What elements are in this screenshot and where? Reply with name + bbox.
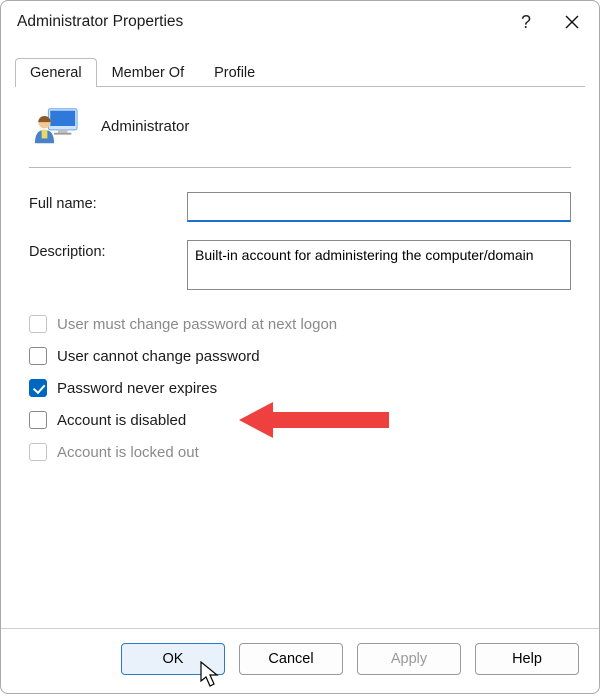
tab-strip: General Member Of Profile [1, 43, 599, 87]
close-icon [565, 15, 579, 29]
dialog-administrator-properties: Administrator Properties ? General Membe… [0, 0, 600, 694]
check-label: Account is locked out [57, 444, 199, 461]
check-account-locked-out: Account is locked out [29, 436, 571, 468]
description-input[interactable] [187, 240, 571, 290]
checkbox-icon [29, 379, 47, 397]
check-label: User must change password at next logon [57, 316, 337, 333]
user-name: Administrator [101, 118, 189, 135]
separator [29, 167, 571, 168]
check-cannot-change-password[interactable]: User cannot change password [29, 340, 571, 372]
checkbox-icon [29, 347, 47, 365]
check-account-disabled[interactable]: Account is disabled [29, 404, 571, 436]
tab-member-of[interactable]: Member Of [97, 58, 200, 87]
title-bar: Administrator Properties ? [1, 1, 599, 43]
close-button[interactable] [549, 1, 595, 43]
tab-panel-general: Administrator Full name: Description: Us… [1, 87, 599, 628]
help-icon: ? [521, 12, 531, 33]
user-account-icon [33, 103, 79, 149]
check-label: Password never expires [57, 380, 217, 397]
check-label: User cannot change password [57, 348, 260, 365]
full-name-label: Full name: [29, 192, 187, 212]
apply-button: Apply [357, 643, 461, 675]
checkbox-icon [29, 411, 47, 429]
tab-general[interactable]: General [15, 58, 97, 87]
button-bar: OK Cancel Apply Help [1, 628, 599, 693]
check-label: Account is disabled [57, 412, 186, 429]
user-header: Administrator [29, 99, 571, 167]
description-label: Description: [29, 240, 187, 260]
help-button[interactable]: ? [503, 1, 549, 43]
check-must-change-password: User must change password at next logon [29, 308, 571, 340]
check-password-never-expires[interactable]: Password never expires [29, 372, 571, 404]
checkbox-icon [29, 443, 47, 461]
checkbox-icon [29, 315, 47, 333]
ok-button[interactable]: OK [121, 643, 225, 675]
tab-profile[interactable]: Profile [199, 58, 270, 87]
full-name-input[interactable] [187, 192, 571, 222]
window-title: Administrator Properties [17, 13, 503, 31]
cancel-button[interactable]: Cancel [239, 643, 343, 675]
options-group: User must change password at next logon … [29, 308, 571, 468]
help-dialog-button[interactable]: Help [475, 643, 579, 675]
